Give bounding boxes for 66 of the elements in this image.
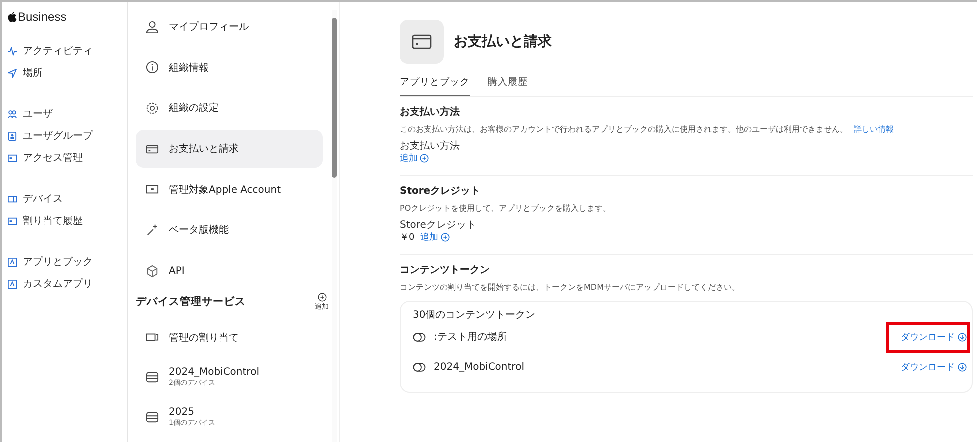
download-link[interactable]: ダウンロード — [886, 352, 970, 382]
cube-icon — [146, 264, 159, 278]
section-heading: デバイス管理サービス — [136, 295, 246, 310]
token-name: :テスト用の場所 — [434, 330, 508, 344]
field-label: Storeクレジット — [400, 220, 478, 231]
settings-menu-item[interactable]: ベータ版機能 — [136, 211, 323, 250]
section-title: Storeクレジット — [400, 185, 482, 198]
nav-item[interactable]: ユーザ — [8, 103, 127, 125]
credit-card-icon — [412, 34, 432, 50]
learn-more-link[interactable]: 詳しい情報 — [854, 124, 894, 135]
nav-item[interactable]: カスタムアプリ — [8, 273, 127, 295]
credit-amount: ￥0 — [400, 232, 415, 244]
person-icon — [146, 20, 159, 34]
download-icon — [958, 362, 967, 372]
users-icon — [8, 110, 17, 118]
app-icon — [8, 258, 17, 266]
nav-item[interactable]: デバイス — [8, 188, 127, 210]
section-title: お支払い方法 — [400, 105, 461, 119]
plus-circle-icon — [318, 292, 326, 302]
token-count: 30個のコンテンツトークン — [413, 309, 537, 322]
brand-logo: Business — [8, 10, 127, 24]
credit-card-icon — [146, 142, 159, 156]
card-icon — [8, 154, 17, 162]
group-icon — [8, 132, 17, 140]
device-icon — [8, 194, 17, 204]
field-label: お支払い方法 — [400, 141, 461, 152]
device-service-item[interactable]: 管理の割り当て — [136, 318, 323, 358]
settings-menu-item[interactable]: 組織の設定 — [136, 89, 323, 128]
nav-item[interactable]: アプリとブック — [8, 251, 127, 273]
plus-circle-icon — [420, 154, 429, 163]
nav-item[interactable]: 場所 — [8, 62, 127, 84]
add-link[interactable]: 追加 — [400, 152, 429, 165]
plus-circle-icon — [440, 233, 450, 242]
magic-wand-icon — [146, 224, 159, 237]
settings-menu-item[interactable]: 管理対象Apple Account — [136, 170, 323, 209]
nav-item[interactable]: ユーザグループ — [8, 125, 127, 147]
description-text: このお支払い方法は、お客様のアカウントで行われるアプリとブックの購入に使用されます。他のユーザは利用できません。 — [400, 124, 848, 135]
apple-icon — [8, 12, 17, 22]
download-link[interactable]: ダウンロード — [886, 322, 970, 352]
server-icon — [146, 411, 159, 424]
pulse-icon — [8, 46, 17, 56]
nav-item[interactable]: 割り当て履歴 — [8, 210, 127, 232]
nav-item[interactable]: アクセス管理 — [8, 147, 127, 169]
page-title: お支払いと請求 — [454, 33, 552, 51]
settings-icon — [146, 102, 159, 115]
tab[interactable]: 購入履歴 — [488, 74, 528, 96]
settings-menu-item[interactable]: 組織情報 — [136, 48, 323, 87]
description-text: POクレジットを使用して、アプリとブックを購入します。 — [400, 203, 612, 214]
settings-menu-item[interactable]: お支払いと請求 — [136, 130, 323, 168]
settings-menu-item[interactable]: API — [136, 252, 323, 290]
download-icon — [958, 332, 967, 342]
info-icon — [146, 61, 159, 74]
tab[interactable]: アプリとブック — [400, 74, 470, 96]
server-icon — [146, 371, 159, 384]
token-icon — [413, 362, 426, 372]
section-title: コンテンツトークン — [400, 264, 491, 277]
settings-menu-item[interactable]: マイプロフィール — [136, 8, 323, 46]
id-card-icon — [146, 183, 159, 196]
description-text: コンテンツの割り当てを開始するには、トークンをMDMサーバにアップロードしてください。 — [400, 282, 740, 293]
token-icon — [413, 332, 426, 342]
add-link[interactable]: 追加 — [420, 231, 450, 244]
location-arrow-icon — [8, 68, 17, 78]
app-icon — [8, 280, 17, 288]
nav-item[interactable]: アクティビティ — [8, 40, 127, 62]
token-name: 2024_MobiControl — [434, 362, 526, 372]
card-icon — [8, 216, 17, 226]
